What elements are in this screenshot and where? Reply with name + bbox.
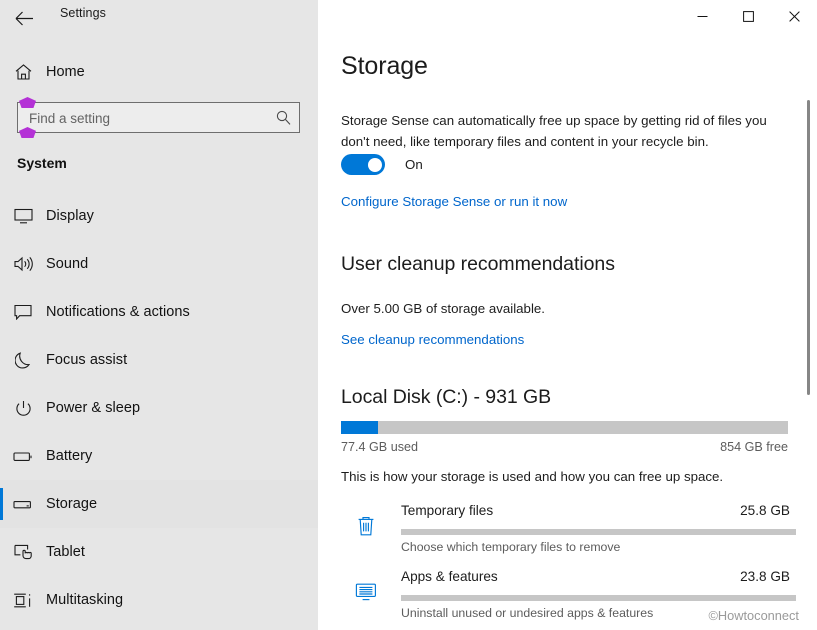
category-usage-bar: [401, 529, 796, 535]
sidebar-item-multitasking-label: Multitasking: [46, 592, 124, 608]
sidebar-item-display-label: Display: [46, 208, 94, 224]
sidebar-item-display[interactable]: Display: [0, 192, 318, 240]
category-size: 23.8 GB: [740, 569, 790, 584]
storage-sense-description: Storage Sense can automatically free up …: [341, 113, 767, 149]
storage-sense-toggle-row: On: [341, 154, 423, 175]
sidebar-item-focus-assist[interactable]: Focus assist: [0, 336, 318, 384]
category-name: Temporary files: [401, 503, 494, 518]
content-scrollbar[interactable]: [801, 32, 817, 630]
home-icon: [0, 64, 46, 80]
storage-sense-toggle-label: On: [405, 157, 423, 172]
category-usage-bar: [401, 595, 796, 601]
annotation-marker-top: [19, 97, 36, 108]
app-title: Settings: [60, 6, 106, 20]
sidebar-item-tablet-label: Tablet: [46, 544, 85, 560]
sidebar: Settings Home Find a setting System Disp…: [0, 0, 318, 630]
selection-accent: [0, 200, 3, 232]
sidebar-item-multitasking[interactable]: Multitasking: [0, 576, 318, 624]
disk-usage-bar: [341, 421, 788, 434]
search-input[interactable]: [27, 103, 276, 134]
storage-sense-toggle[interactable]: [341, 154, 385, 175]
sidebar-item-power-sleep[interactable]: Power & sleep: [0, 384, 318, 432]
apps-monitor-icon: [352, 578, 380, 606]
category-size: 25.8 GB: [740, 503, 790, 518]
sidebar-item-storage[interactable]: Storage: [0, 480, 318, 528]
search-box[interactable]: [17, 102, 300, 134]
back-arrow-icon[interactable]: [8, 3, 40, 33]
sidebar-item-sound-label: Sound: [46, 256, 89, 272]
tablet-hand-icon: [0, 544, 46, 561]
category-subtitle: Uninstall unused or undesired apps & fea…: [401, 606, 654, 620]
sidebar-item-notifications[interactable]: Notifications & actions: [0, 288, 318, 336]
sidebar-item-power-sleep-label: Power & sleep: [46, 400, 141, 416]
settings-window: Settings Home Find a setting System Disp…: [0, 0, 817, 630]
sidebar-item-sound[interactable]: Sound: [0, 240, 318, 288]
sidebar-item-home-label: Home: [46, 64, 85, 80]
selection-accent: [0, 584, 3, 616]
sidebar-item-battery-label: Battery: [46, 448, 93, 464]
selection-accent: [0, 536, 3, 568]
main-content: Storage Storage Sense can automatically …: [318, 0, 817, 630]
selection-accent: [0, 344, 3, 376]
disk-used-label: 77.4 GB used: [341, 440, 419, 454]
hard-drive-icon: [0, 498, 46, 511]
selection-accent: [0, 488, 3, 520]
selection-accent: [0, 248, 3, 280]
page-title: Storage: [341, 52, 428, 80]
monitor-icon: [0, 208, 46, 224]
trash-bin-icon: [352, 512, 380, 540]
speaker-icon: [0, 256, 46, 272]
search-icon[interactable]: [276, 110, 291, 130]
sidebar-item-tablet[interactable]: Tablet: [0, 528, 318, 576]
selection-accent: [0, 392, 3, 424]
local-disk-heading: Local Disk (C:) - 931 GB: [341, 386, 552, 408]
storage-available-text: Over 5.00 GB of storage available.: [341, 301, 545, 316]
disk-usage-fill: [341, 421, 379, 434]
configure-storage-sense-link[interactable]: Configure Storage Sense or run it now: [341, 194, 567, 209]
multitasking-icon: [0, 592, 46, 609]
window-controls: [679, 0, 817, 32]
chat-bubble-icon: [0, 304, 46, 320]
sidebar-item-notifications-label: Notifications & actions: [46, 304, 190, 320]
sidebar-group-title: System: [17, 155, 67, 171]
sidebar-item-focus-assist-label: Focus assist: [46, 352, 128, 368]
battery-icon: [0, 450, 46, 463]
toggle-knob: [367, 157, 382, 172]
storage-category-temporary-files[interactable]: Temporary files 25.8 GB Choose which tem…: [341, 503, 796, 565]
cleanup-heading: User cleanup recommendations: [341, 253, 615, 275]
sidebar-nav: Display Sound Notifications & actions Fo…: [0, 192, 318, 624]
sidebar-item-battery[interactable]: Battery: [0, 432, 318, 480]
watermark: ©Howtoconnect: [708, 608, 799, 623]
minimize-button[interactable]: [679, 0, 725, 32]
category-name: Apps & features: [401, 569, 498, 584]
maximize-button[interactable]: [725, 0, 771, 32]
titlebar-left: Settings: [0, 0, 318, 40]
power-icon: [0, 400, 46, 417]
moon-icon: [0, 351, 46, 369]
close-button[interactable]: [771, 0, 817, 32]
selection-accent: [0, 296, 3, 328]
disk-free-label: 854 GB free: [720, 440, 788, 454]
sidebar-item-storage-label: Storage: [46, 496, 98, 512]
storage-usage-description: This is how your storage is used and how…: [341, 469, 724, 484]
sidebar-item-home[interactable]: Home: [0, 55, 318, 89]
see-cleanup-recommendations-link[interactable]: See cleanup recommendations: [341, 332, 524, 347]
category-subtitle: Choose which temporary files to remove: [401, 540, 621, 554]
selection-accent: [0, 440, 3, 472]
search-field-wrapper: [17, 97, 300, 138]
scrollbar-thumb[interactable]: [807, 100, 810, 395]
